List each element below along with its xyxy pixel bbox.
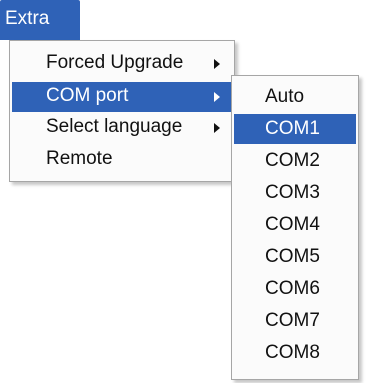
menu-item-label: Forced Upgrade [46,52,184,73]
extra-menu-screen: Extra Forced Upgrade COM port Select lan… [0,0,367,383]
submenu-item-label: Auto [265,86,305,107]
chevron-right-icon [214,92,220,102]
submenu-item-label: COM7 [265,310,320,331]
submenu-item-label: COM5 [265,246,320,267]
submenu-item-label: COM8 [265,342,320,363]
menubar-extra[interactable]: Extra [0,0,80,40]
submenu-item-com7[interactable]: COM7 [234,306,356,336]
submenu-item-label: COM4 [265,214,320,235]
submenu-item-auto[interactable]: Auto [234,82,356,112]
submenu-item-com3[interactable]: COM3 [234,178,356,208]
menu-item-select-language[interactable]: Select language [12,113,232,143]
submenu-item-com5[interactable]: COM5 [234,242,356,272]
submenu-item-label: COM3 [265,182,320,203]
chevron-right-icon [214,59,220,69]
chevron-right-icon [214,123,220,133]
menu-item-label: Remote [46,148,113,169]
submenu-item-label: COM1 [265,118,320,139]
submenu-item-com2[interactable]: COM2 [234,146,356,176]
submenu-item-com6[interactable]: COM6 [234,274,356,304]
com-port-submenu: Auto COM1 COM2 COM3 COM4 COM5 COM6 COM7 … [231,75,359,380]
submenu-item-com8[interactable]: COM8 [234,338,356,368]
menu-item-label: COM port [46,85,129,106]
menubar-extra-label: Extra [5,8,50,29]
menu-item-remote[interactable]: Remote [12,145,232,175]
submenu-item-com4[interactable]: COM4 [234,210,356,240]
menu-item-com-port[interactable]: COM port [12,82,232,112]
submenu-item-com1[interactable]: COM1 [234,114,356,144]
submenu-item-label: COM6 [265,278,320,299]
extra-dropdown-menu: Forced Upgrade COM port Select language … [9,40,235,182]
submenu-item-label: COM2 [265,150,320,171]
menu-item-forced-upgrade[interactable]: Forced Upgrade [12,49,232,79]
menu-item-label: Select language [46,116,183,137]
